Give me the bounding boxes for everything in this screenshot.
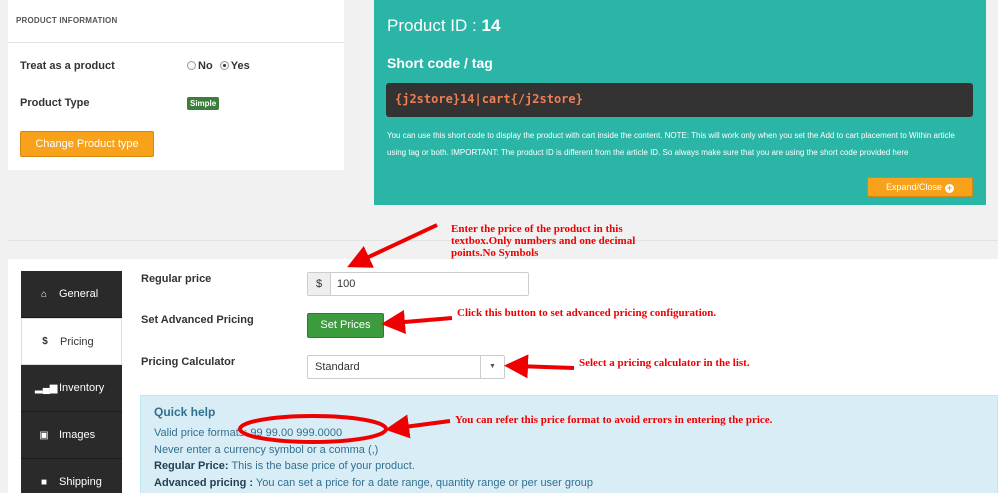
regular-price-input[interactable]: 100 xyxy=(331,273,355,295)
radio-no-label: No xyxy=(198,60,213,72)
product-tabs: ⌂ General $ Pricing ▂▄▆ Inventory ▣ Images ■… xyxy=(21,271,122,493)
regular-price-label: Regular price xyxy=(141,273,212,285)
panel-heading: PRODUCT INFORMATION xyxy=(8,0,344,43)
shortcode-note: You can use this short code to display t… xyxy=(387,131,955,157)
annotation-calculator-text: Select a pricing calculator in the list. xyxy=(579,357,750,369)
help-regular-price-title: Regular Price: xyxy=(154,460,229,472)
product-id-value: 14 xyxy=(481,16,501,35)
tab-inventory-label: Inventory xyxy=(59,382,105,394)
help-advanced-pricing-title: Advanced pricing : xyxy=(154,476,254,489)
pricing-calculator-label: Pricing Calculator xyxy=(141,356,236,368)
product-type-label: Product Type xyxy=(20,97,90,109)
pricing-section: ⌂ General $ Pricing ▂▄▆ Inventory ▣ Images ■… xyxy=(8,259,998,493)
arrow-to-price xyxy=(347,223,438,268)
radio-yes-label: Yes xyxy=(230,60,250,72)
product-id-label: Product ID : xyxy=(387,16,477,35)
pricing-calculator-value: Standard xyxy=(315,361,360,373)
tab-inventory[interactable]: ▂▄▆ Inventory xyxy=(21,365,122,412)
annotation-format-text: You can refer this price format to avoid… xyxy=(455,414,773,426)
advanced-pricing-label: Set Advanced Pricing xyxy=(141,314,254,326)
product-information-panel: PRODUCT INFORMATION Treat as a product N… xyxy=(8,0,344,170)
tab-general-label: General xyxy=(59,288,99,300)
tab-images-label: Images xyxy=(59,429,96,441)
tab-shipping[interactable]: ■ Shipping xyxy=(21,459,122,493)
change-product-type-button[interactable]: Change Product type xyxy=(20,131,154,157)
signal-icon: ▂▄▆ xyxy=(35,382,58,394)
radio-yes[interactable] xyxy=(219,61,229,70)
treat-as-product-radio-group: No Yes xyxy=(187,60,254,72)
pricing-calculator-select[interactable]: Standard ▼ xyxy=(307,355,505,379)
help-regular-price-text: This is the base price of your product. xyxy=(228,460,415,472)
annotation-price-text: Enter the price of the product in this t… xyxy=(451,223,636,259)
help-price-formats: Valid price formats: 99 99.00 999.0000 xyxy=(154,427,343,439)
help-regular-price: Regular Price: This is the base price of… xyxy=(154,458,997,475)
quick-help-box: Quick help Valid price formats: 99 99.00… xyxy=(140,395,998,493)
help-advanced-pricing: Advanced pricing : You can set a price f… xyxy=(154,475,997,492)
help-advanced-pricing-text: You can set a price for a date range, qu… xyxy=(253,476,594,489)
tab-images[interactable]: ▣ Images xyxy=(21,412,122,459)
plus-circle-icon: + xyxy=(945,183,955,193)
treat-as-product-label: Treat as a product xyxy=(20,60,115,72)
tab-pricing[interactable]: $ Pricing xyxy=(21,318,122,365)
set-prices-button[interactable]: Set Prices xyxy=(307,313,384,338)
product-type-badge: Simple xyxy=(187,97,220,110)
dollar-icon: $ xyxy=(42,336,48,347)
radio-no[interactable] xyxy=(187,61,196,70)
regular-price-field[interactable]: $ 100 xyxy=(307,272,529,296)
chevron-down-icon: ▼ xyxy=(480,356,504,378)
expand-close-button[interactable]: Expand/Close + xyxy=(867,177,973,197)
home-icon: ⌂ xyxy=(40,288,48,300)
annotation-set-prices-text: Click this button to set advanced pricin… xyxy=(457,307,717,319)
tab-shipping-label: Shipping xyxy=(59,476,102,488)
shortcode-title: Short code / tag xyxy=(387,55,493,71)
shortcode-panel: Product ID : 14 Short code / tag {j2stor… xyxy=(374,0,986,205)
image-icon: ▣ xyxy=(39,429,49,441)
expand-close-label: Expand/Close xyxy=(885,182,943,192)
tab-general[interactable]: ⌂ General xyxy=(21,271,122,318)
truck-icon: ■ xyxy=(40,476,48,488)
currency-addon: $ xyxy=(308,273,331,295)
tab-pricing-label: Pricing xyxy=(60,335,94,348)
product-id: Product ID : 14 xyxy=(387,16,500,36)
shortcode-box[interactable]: {j2store}14|cart{/j2store} xyxy=(386,83,973,117)
help-no-currency: Never enter a currency symbol or a comma… xyxy=(154,443,379,456)
